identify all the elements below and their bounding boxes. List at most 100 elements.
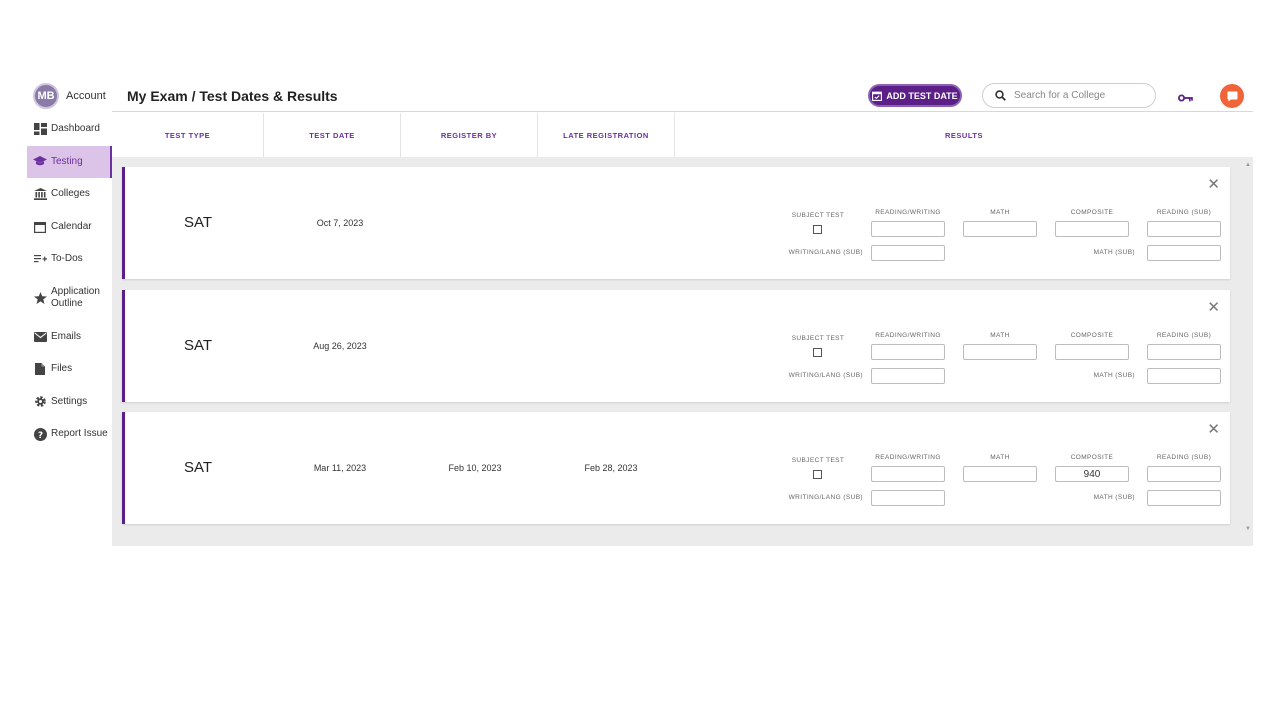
column-header-late-registration: LATE REGISTRATION [538,113,675,157]
search-icon [995,90,1006,101]
sidebar-item-calendar[interactable]: Calendar [27,211,112,244]
writing-lang-sub-input[interactable] [871,368,945,384]
writing-lang-sub-input[interactable] [871,245,945,261]
reading-writing-input[interactable] [871,221,945,237]
test-date-card: SAT Aug 26, 2023 ✕ SUBJECT TEST READING/… [122,290,1230,402]
math-label: MATH [990,332,1010,339]
sidebar-item-files[interactable]: Files [27,353,112,386]
sidebar-item-label: Emails [51,330,82,342]
math-sub-input[interactable] [1147,368,1221,384]
key-icon[interactable] [1178,89,1193,107]
reading-writing-input[interactable] [871,466,945,482]
envelope-icon [33,330,47,344]
college-search[interactable] [982,83,1156,108]
reading-sub-input[interactable] [1147,344,1221,360]
composite-label: COMPOSITE [1070,454,1114,461]
reading-writing-label: READING/WRITING [875,209,941,216]
sidebar-item-label: Report Issue [51,428,108,440]
column-header-test-date: TEST DATE [264,113,401,157]
math-label: MATH [990,454,1010,461]
subject-test-checkbox[interactable] [813,470,822,479]
math-input[interactable] [963,466,1037,482]
sidebar-item-emails[interactable]: Emails [27,321,112,354]
add-test-date-label: ADD TEST DATE [886,90,958,101]
avatar[interactable]: MB [33,83,59,109]
test-type: SAT [183,459,213,476]
math-sub-input[interactable] [1147,490,1221,506]
playlist-add-icon [33,252,47,266]
dashboard-icon [33,122,47,136]
math-input[interactable] [963,221,1037,237]
register-by-date: Feb 10, 2023 [448,463,502,473]
writing-lang-sub-label: WRITING/LANG (SUB) [788,249,863,256]
remove-test-close-icon[interactable]: ✕ [1207,420,1220,438]
page-title: My Exam / Test Dates & Results [127,88,338,104]
reading-writing-label: READING/WRITING [875,332,941,339]
add-test-date-button[interactable]: ADD TEST DATE [868,84,962,107]
sidebar-item-label: Application Outline [51,286,100,309]
composite-input[interactable] [1055,221,1129,237]
chat-icon[interactable] [1220,84,1244,108]
sidebar: MB Account Dashboard Testing Colleges Ca… [27,80,112,546]
graduation-cap-icon [33,155,47,169]
star-icon [33,291,47,305]
test-dates-list[interactable]: ▲ ▼ SAT Oct 7, 2023 ✕ SUBJECT TEST READI… [112,157,1253,546]
subject-test-label: SUBJECT TEST [791,335,845,342]
sidebar-nav: Dashboard Testing Colleges Calendar To-D… [27,113,112,451]
math-sub-label: MATH (SUB) [1093,249,1135,256]
sidebar-item-label: Settings [51,395,88,407]
composite-input[interactable] [1055,344,1129,360]
reading-writing-input[interactable] [871,344,945,360]
composite-input[interactable] [1055,466,1129,482]
reading-sub-label: READING (SUB) [1156,209,1212,216]
account-label[interactable]: Account [66,90,106,102]
sidebar-item-label: To-Dos [51,253,83,265]
sidebar-item-settings[interactable]: Settings [27,386,112,419]
math-label: MATH [990,209,1010,216]
remove-test-close-icon[interactable]: ✕ [1207,298,1220,316]
subject-test-checkbox[interactable] [813,348,822,357]
sidebar-item-todos[interactable]: To-Dos [27,243,112,276]
file-icon [33,362,47,376]
math-sub-label: MATH (SUB) [1093,372,1135,379]
question-circle-icon: ? [33,427,47,441]
reading-sub-label: READING (SUB) [1156,332,1212,339]
sidebar-item-label: Dashboard [51,123,100,135]
math-sub-input[interactable] [1147,245,1221,261]
app-window: MB Account Dashboard Testing Colleges Ca… [27,80,1253,546]
sidebar-item-label: Colleges [51,188,90,200]
sidebar-item-dashboard[interactable]: Dashboard [27,113,112,146]
sidebar-item-application-outline[interactable]: Application Outline [27,276,112,321]
subject-test-label: SUBJECT TEST [791,212,845,219]
sidebar-item-testing[interactable]: Testing [27,145,112,178]
reading-sub-label: READING (SUB) [1156,454,1212,461]
test-type: SAT [183,214,213,231]
scroll-down-arrow[interactable]: ▼ [1245,526,1251,532]
sidebar-item-report-issue[interactable]: ? Report Issue [27,418,112,451]
reading-sub-input[interactable] [1147,466,1221,482]
column-header-register-by: REGISTER BY [401,113,538,157]
search-input[interactable] [1014,90,1144,101]
sidebar-item-label: Calendar [51,220,92,232]
writing-lang-sub-input[interactable] [871,490,945,506]
calendar-icon [33,220,47,234]
remove-test-close-icon[interactable]: ✕ [1207,175,1220,193]
column-header-test-type: TEST TYPE [112,113,264,157]
math-sub-label: MATH (SUB) [1093,494,1135,501]
writing-lang-sub-label: WRITING/LANG (SUB) [788,372,863,379]
test-date-card: SAT Oct 7, 2023 ✕ SUBJECT TEST READING/W… [122,167,1230,279]
results-table-header: TEST TYPE TEST DATE REGISTER BY LATE REG… [112,113,1253,157]
account-menu[interactable]: MB Account [33,82,106,110]
sidebar-item-colleges[interactable]: Colleges [27,178,112,211]
subject-test-checkbox[interactable] [813,225,822,234]
sidebar-item-label: Testing [51,155,83,167]
reading-writing-label: READING/WRITING [875,454,941,461]
composite-label: COMPOSITE [1070,209,1114,216]
calendar-check-icon [872,91,883,101]
scroll-up-arrow[interactable]: ▲ [1245,162,1251,168]
math-input[interactable] [963,344,1037,360]
composite-label: COMPOSITE [1070,332,1114,339]
reading-sub-input[interactable] [1147,221,1221,237]
test-date: Aug 26, 2023 [313,341,367,351]
page-header: My Exam / Test Dates & Results ADD TEST … [112,80,1253,112]
